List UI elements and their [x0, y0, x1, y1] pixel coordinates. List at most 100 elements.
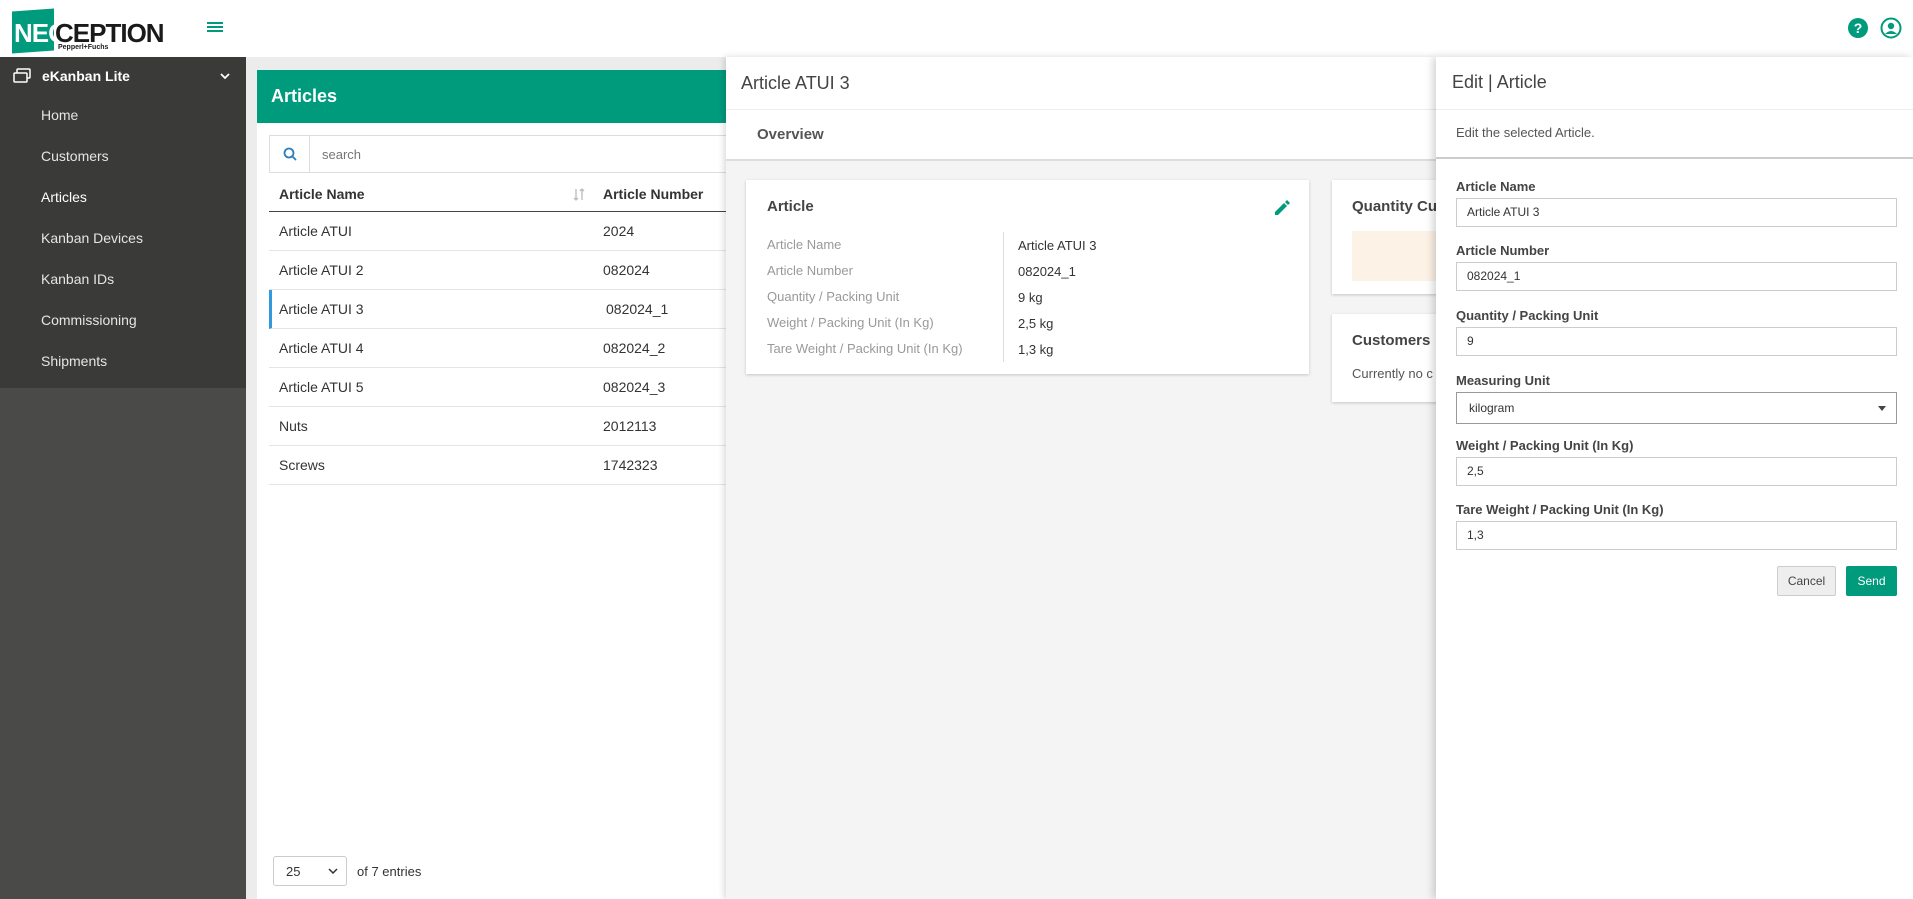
divider: [1436, 157, 1913, 159]
measuring-unit-field: Measuring Unit kilogram: [1456, 373, 1897, 424]
page-size-select[interactable]: 25: [273, 856, 347, 886]
weight-input[interactable]: 2,5: [1456, 457, 1897, 486]
detail-title: Article ATUI 3: [726, 57, 1436, 109]
articles-title: Articles: [257, 70, 727, 123]
tare-weight-field: Tare Weight / Packing Unit (In Kg) 1,3: [1456, 502, 1897, 550]
caret-down-icon: [1878, 406, 1886, 411]
column-header-label: Article Name: [279, 186, 365, 202]
field-label: Measuring Unit: [1456, 373, 1550, 388]
article-number-cell: 2012113: [603, 418, 657, 434]
article-card: Article Article Name Article ATUI 3 Arti…: [746, 180, 1309, 374]
tab-overview[interactable]: Overview: [726, 109, 1436, 161]
article-number-cell: 082024_2: [603, 340, 666, 356]
customers-empty-text: Currently no c: [1352, 366, 1433, 381]
customers-card-title: Customers: [1352, 332, 1431, 349]
sidebar-item-home[interactable]: Home: [0, 95, 246, 136]
entries-count: of 7 entries: [357, 863, 422, 879]
table-row[interactable]: Article ATUI 2024: [269, 212, 727, 251]
field-label: Quantity / Packing Unit: [1456, 308, 1599, 323]
article-name-cell: Article ATUI 3: [279, 301, 364, 317]
menu-toggle-icon[interactable]: [207, 20, 225, 36]
field-value: 1,3 kg: [1018, 341, 1054, 357]
article-name-input[interactable]: Article ATUI 3: [1456, 198, 1897, 227]
field-value: 9 kg: [1018, 289, 1043, 305]
measuring-unit-select[interactable]: kilogram: [1456, 392, 1897, 424]
tare-weight-input[interactable]: 1,3: [1456, 521, 1897, 550]
article-name-cell: Article ATUI 4: [279, 340, 364, 356]
pagination: 25 of 7 entries: [273, 856, 421, 886]
article-number-input[interactable]: 082024_1: [1456, 262, 1897, 291]
column-header-article-name[interactable]: Article Name: [269, 186, 593, 202]
sidebar-item-shipments[interactable]: Shipments: [0, 341, 246, 382]
quantity-card: Quantity Cu: [1332, 180, 1452, 294]
search-box[interactable]: [269, 135, 727, 173]
edit-pencil-icon[interactable]: [1271, 197, 1293, 219]
field-row: Quantity / Packing Unit 9 kg: [767, 284, 1287, 310]
field-key: Article Number: [767, 258, 1004, 284]
table-row[interactable]: Nuts 2012113: [269, 407, 727, 446]
article-name-field: Article Name Article ATUI 3: [1456, 179, 1897, 227]
sidebar-item-customers[interactable]: Customers: [0, 136, 246, 177]
field-key: Quantity / Packing Unit: [767, 284, 1004, 310]
table-row[interactable]: Screws 1742323: [269, 446, 727, 485]
search-input[interactable]: [310, 146, 710, 162]
user-account-icon[interactable]: [1880, 17, 1902, 39]
layers-icon: [13, 68, 31, 83]
article-name-cell: Nuts: [279, 418, 308, 434]
edit-description: Edit the selected Article.: [1456, 125, 1595, 140]
article-number-cell: 082024: [603, 262, 650, 278]
article-name-cell: Article ATUI 2: [279, 262, 364, 278]
chevron-down-icon[interactable]: [218, 69, 232, 83]
send-button[interactable]: Send: [1846, 566, 1897, 596]
article-card-title: Article: [767, 198, 814, 215]
sidebar-item-kanban-ids[interactable]: Kanban IDs: [0, 259, 246, 300]
field-label: Tare Weight / Packing Unit (In Kg): [1456, 502, 1664, 517]
neoception-logo[interactable]: NEO CEPTION Pepperl+Fuchs: [12, 8, 165, 54]
article-name-cell: Article ATUI: [279, 223, 352, 239]
column-header-article-number[interactable]: Article Number: [593, 186, 703, 202]
logo-subtext: Pepperl+Fuchs: [58, 44, 109, 51]
table-header: Article Name Article Number: [269, 177, 727, 212]
field-row: Article Number 082024_1: [767, 258, 1287, 284]
sort-icon[interactable]: [573, 188, 585, 202]
field-row: Tare Weight / Packing Unit (In Kg) 1,3 k…: [767, 336, 1287, 362]
measuring-unit-value: kilogram: [1469, 401, 1515, 415]
quantity-input[interactable]: 9: [1456, 327, 1897, 356]
article-number-cell: 1742323: [603, 457, 658, 473]
field-label: Article Number: [1456, 243, 1550, 258]
sidebar-menu: Home Customers Articles Kanban Devices K…: [0, 95, 246, 388]
search-icon[interactable]: [270, 136, 310, 172]
sidebar-item-kanban-devices[interactable]: Kanban Devices: [0, 218, 246, 259]
edit-article-panel: Edit | Article Edit the selected Article…: [1436, 57, 1913, 899]
field-label: Article Name: [1456, 179, 1536, 194]
cancel-button[interactable]: Cancel: [1777, 566, 1836, 596]
quantity-field: Quantity / Packing Unit 9: [1456, 308, 1897, 356]
table-row-selected[interactable]: Article ATUI 3 082024_1: [269, 290, 727, 329]
customers-card: Customers Currently no c: [1332, 314, 1452, 402]
chevron-down-icon: [328, 868, 338, 874]
sidebar-app-header[interactable]: eKanban Lite: [0, 57, 246, 95]
article-number-field: Article Number 082024_1: [1456, 243, 1897, 291]
field-label: Weight / Packing Unit (In Kg): [1456, 438, 1634, 453]
field-value: 082024_1: [1018, 263, 1076, 279]
article-number-cell: 082024_1: [606, 301, 669, 317]
help-icon[interactable]: ?: [1847, 17, 1869, 39]
sidebar: eKanban Lite Home Customers Articles Kan…: [0, 57, 246, 899]
table-row[interactable]: Article ATUI 2 082024: [269, 251, 727, 290]
edit-panel-title: Edit | Article: [1452, 72, 1547, 92]
article-number-cell: 082024_3: [603, 379, 666, 395]
article-fields: Article Name Article ATUI 3 Article Numb…: [767, 232, 1287, 362]
field-key: Tare Weight / Packing Unit (In Kg): [767, 336, 1004, 362]
article-name-cell: Screws: [279, 457, 325, 473]
field-row: Weight / Packing Unit (In Kg) 2,5 kg: [767, 310, 1287, 336]
article-detail-panel: Article ATUI 3 Overview Article Article …: [726, 57, 1452, 899]
sidebar-item-articles[interactable]: Articles: [0, 177, 246, 218]
top-bar: NEO CEPTION Pepperl+Fuchs ?: [0, 0, 1913, 57]
field-value: 2,5 kg: [1018, 315, 1054, 331]
table-row[interactable]: Article ATUI 5 082024_3: [269, 368, 727, 407]
field-row: Article Name Article ATUI 3: [767, 232, 1287, 258]
page-size-value: 25: [286, 863, 301, 879]
table-row[interactable]: Article ATUI 4 082024_2: [269, 329, 727, 368]
sidebar-item-commissioning[interactable]: Commissioning: [0, 300, 246, 341]
quantity-card-title: Quantity Cu: [1352, 198, 1437, 215]
